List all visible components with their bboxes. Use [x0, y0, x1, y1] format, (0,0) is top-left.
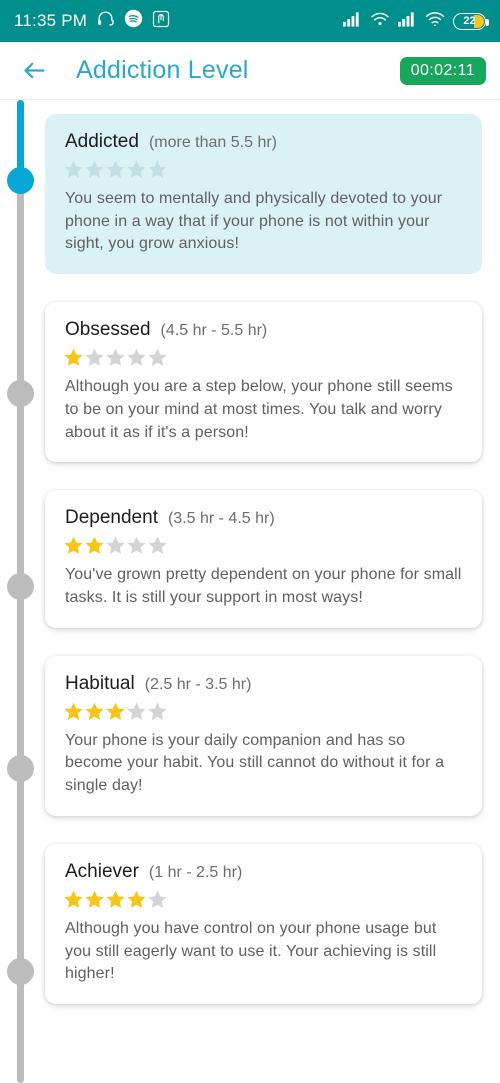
- level-star-rating: [63, 701, 464, 722]
- level-hour-range: (3.5 hr - 4.5 hr): [167, 510, 275, 528]
- star-empty-icon: [148, 536, 167, 555]
- level-card-header: Addicted (more than 5.5 hr): [65, 131, 464, 153]
- level-name: Habitual: [65, 672, 135, 694]
- level-star-rating: [63, 889, 464, 910]
- signal-bars-icon: [343, 11, 362, 32]
- battery-percent: 22: [463, 15, 476, 27]
- wifi-calling-icon: [370, 11, 390, 32]
- star-filled-icon: [106, 702, 125, 720]
- status-bar-right: 22: [343, 11, 489, 32]
- level-name: Achiever: [65, 860, 139, 882]
- level-card-header: Obsessed (4.5 hr - 5.5 hr): [65, 319, 464, 341]
- level-card-header: Achiever (1 hr - 2.5 hr): [65, 861, 464, 883]
- star-filled-icon: [64, 890, 83, 908]
- level-description: You seem to mentally and physically devo…: [65, 190, 443, 253]
- star-empty-icon: [148, 890, 167, 908]
- level-description: You've grown pretty dependent on your ph…: [65, 566, 462, 607]
- level-card[interactable]: Addicted (more than 5.5 hr) You seem to me…: [45, 114, 482, 275]
- level-card[interactable]: Habitual (2.5 hr - 3.5 hr) Your phone is y…: [45, 655, 482, 816]
- status-bar-left: 11:35 PM: [14, 9, 170, 33]
- star-filled-icon: [85, 536, 104, 555]
- level-description: Although you are a step below, your phon…: [65, 378, 453, 441]
- star-filled-icon: [64, 348, 83, 366]
- level-hour-range: (more than 5.5 hr): [148, 134, 278, 151]
- spotify-icon: [124, 9, 143, 33]
- star-filled-icon: [106, 890, 125, 908]
- app-header: Addiction Level 00:02:11: [0, 42, 500, 100]
- star-filled-icon: [64, 536, 83, 555]
- star-empty-icon: [148, 160, 167, 178]
- star-empty-icon: [106, 536, 125, 555]
- star-empty-icon: [127, 348, 146, 366]
- level-star-rating: [63, 347, 464, 368]
- page-title: Addiction Level: [76, 56, 249, 84]
- star-empty-icon: [127, 160, 146, 178]
- level-card-header: Dependent (3.5 hr - 4.5 hr): [65, 507, 464, 529]
- star-empty-icon: [106, 348, 125, 366]
- battery-icon: 22: [453, 12, 489, 30]
- level-name: Obsessed: [65, 319, 151, 341]
- level-card-list: Addicted (more than 5.5 hr) You seem to me…: [0, 100, 500, 1005]
- star-empty-icon: [127, 702, 146, 720]
- headphones-icon: [96, 9, 115, 33]
- star-empty-icon: [127, 536, 146, 555]
- wifi-icon: [425, 11, 445, 32]
- level-card-header: Habitual (2.5 hr - 3.5 hr): [65, 673, 464, 695]
- star-filled-icon: [127, 890, 146, 908]
- levels-scroll-area[interactable]: Addicted (more than 5.5 hr) You seem to me…: [0, 100, 500, 1083]
- star-empty-icon: [64, 160, 83, 178]
- level-star-rating: [63, 535, 464, 556]
- level-name: Dependent: [65, 507, 158, 529]
- status-bar-clock: 11:35 PM: [14, 11, 88, 30]
- app-screen: 11:35 PM 22 Addiction Level 00:02:11 Add…: [0, 0, 500, 1083]
- star-empty-icon: [85, 348, 104, 366]
- star-filled-icon: [64, 702, 83, 720]
- star-empty-icon: [148, 702, 167, 720]
- star-empty-icon: [106, 160, 125, 178]
- app-icon: [152, 10, 170, 33]
- level-card[interactable]: Achiever (1 hr - 2.5 hr) Although you have…: [45, 843, 482, 1005]
- star-empty-icon: [85, 160, 104, 178]
- level-star-rating: [63, 159, 464, 180]
- level-description: Although you have control on your phone …: [65, 919, 437, 983]
- back-arrow-icon: [23, 62, 45, 79]
- level-card[interactable]: Dependent (3.5 hr - 4.5 hr) You've grown p…: [45, 490, 482, 628]
- level-description: Your phone is your daily companion and h…: [65, 731, 445, 795]
- star-empty-icon: [148, 348, 167, 366]
- level-hour-range: (4.5 hr - 5.5 hr): [160, 322, 268, 340]
- session-timer-badge: 00:02:11: [399, 56, 486, 85]
- status-bar: 11:35 PM 22: [0, 0, 500, 42]
- level-hour-range: (1 hr - 2.5 hr): [148, 863, 243, 881]
- level-hour-range: (2.5 hr - 3.5 hr): [144, 675, 252, 693]
- star-filled-icon: [85, 890, 104, 908]
- level-card[interactable]: Obsessed (4.5 hr - 5.5 hr) Although you ar…: [45, 302, 482, 463]
- signal-bars-2-icon: [398, 11, 417, 32]
- star-filled-icon: [85, 702, 104, 720]
- level-name: Addicted: [65, 131, 139, 152]
- back-button[interactable]: [14, 51, 54, 91]
